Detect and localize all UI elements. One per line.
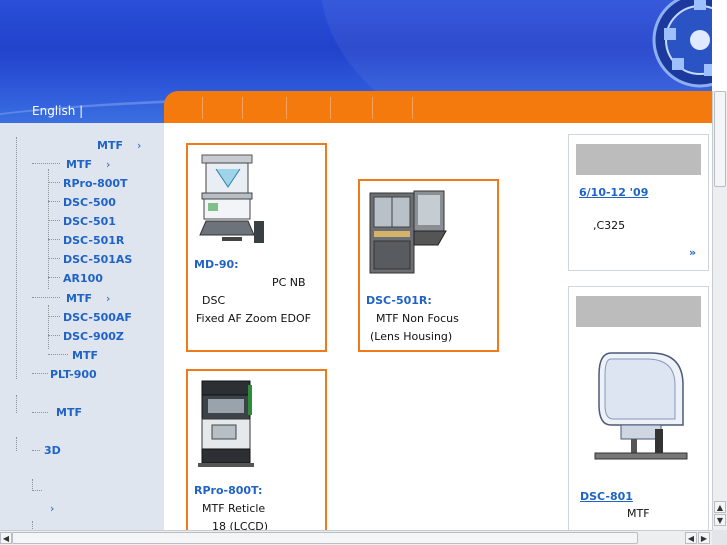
- product-title[interactable]: DSC-501R:: [366, 294, 432, 307]
- sidebar-item-dsc-501as[interactable]: DSC-501AS: [63, 253, 132, 266]
- chevron-right-icon: ›: [50, 502, 55, 515]
- sidebar-item-rpro-800t[interactable]: RPro-800T: [63, 177, 128, 190]
- product-desc-line: PC NB: [272, 276, 306, 289]
- sidebar-item-dsc-500af[interactable]: DSC-500AF: [63, 311, 132, 324]
- sidebar-item-dsc-500[interactable]: DSC-500: [63, 196, 116, 209]
- tree-line: [32, 163, 60, 164]
- product-desc-line: DSC: [202, 294, 226, 307]
- product-card-md90[interactable]: MD-90: PC NB DSC Fixed AF Zoom EDOF: [186, 143, 327, 352]
- sidebar-item-mtf-sub-2[interactable]: MTF ›: [66, 292, 110, 305]
- product-desc-line: (Lens Housing): [370, 330, 453, 343]
- menu-separator: [286, 97, 287, 119]
- news-date-link[interactable]: 6/10-12 '09: [579, 186, 648, 199]
- md90-machine-icon: [199, 154, 264, 243]
- tree-line: [48, 220, 60, 221]
- news-header-bar: [576, 144, 701, 175]
- horizontal-scroll-thumb[interactable]: [12, 532, 638, 544]
- tree-line: [48, 258, 60, 259]
- scroll-down-button[interactable]: ▼: [714, 514, 726, 526]
- tree-line: [48, 201, 60, 202]
- sidebar-nav: MTF › MTF › RPro-800T DSC-500 DSC-501 DSC-…: [0, 123, 164, 530]
- main-menu-bar: [164, 91, 712, 123]
- sidebar-item-3d[interactable]: 3D: [44, 444, 61, 457]
- sidebar-item-mtf-4[interactable]: MTF: [56, 406, 82, 419]
- sidebar-item-plt-900[interactable]: PLT-900: [50, 368, 97, 381]
- sidebar-item-mtf-sub[interactable]: MTF ›: [66, 158, 110, 171]
- sidebar-item-dsc-900z[interactable]: DSC-900Z: [63, 330, 124, 343]
- product-title[interactable]: MD-90:: [194, 258, 239, 271]
- news-text: ,C325: [593, 219, 626, 232]
- tree-line: [16, 437, 17, 451]
- film-reel-icon: [652, 0, 712, 88]
- main-content: MD-90: PC NB DSC Fixed AF Zoom EDOF DSC-…: [164, 123, 712, 530]
- news-more-link[interactable]: »: [689, 246, 696, 259]
- chevron-right-icon: ›: [136, 139, 142, 152]
- tree-line: [48, 182, 60, 183]
- product-desc-line: 18 (LCCD): [212, 520, 269, 530]
- featured-box: DSC-801 MTF: [568, 286, 709, 530]
- tree-line: [32, 297, 60, 298]
- language-link[interactable]: English |: [32, 104, 83, 118]
- tree-line: [48, 169, 49, 289]
- tree-line: [48, 335, 60, 336]
- featured-product-text: MTF: [627, 507, 650, 520]
- product-desc-line: MTF Non Focus: [376, 312, 459, 325]
- dsc501r-machine-icon: [369, 190, 447, 274]
- vertical-scrollbar[interactable]: ▲ ▼: [712, 91, 727, 530]
- sidebar-item-ar100[interactable]: AR100: [63, 272, 103, 285]
- menu-separator: [372, 97, 373, 119]
- vertical-scroll-thumb[interactable]: [714, 91, 726, 187]
- menu-separator: [412, 97, 413, 119]
- product-title[interactable]: RPro-800T:: [194, 484, 262, 497]
- chevron-right-icon: ›: [105, 292, 111, 305]
- product-desc-line: MTF Reticle: [202, 502, 266, 515]
- tree-line: [48, 239, 60, 240]
- tree-line: [48, 305, 49, 349]
- page: English | MTF › MTF › RPro-800T DSC-500 …: [0, 0, 727, 545]
- scroll-left-button[interactable]: ◀: [0, 532, 12, 544]
- sidebar-item-mtf-3[interactable]: MTF: [72, 349, 98, 362]
- news-box: 6/10-12 '09 ,C325 »: [568, 134, 709, 271]
- sidebar-item-dsc-501[interactable]: DSC-501: [63, 215, 116, 228]
- tree-line: [48, 277, 60, 278]
- tree-line: [32, 521, 33, 530]
- menu-separator: [330, 97, 331, 119]
- product-card-dsc501r[interactable]: DSC-501R: MTF Non Focus (Lens Housing): [358, 179, 499, 352]
- sidebar-item-mtf[interactable]: MTF ›: [97, 139, 141, 152]
- rpro800t-machine-icon: [198, 380, 254, 467]
- featured-product-link[interactable]: DSC-801: [580, 490, 633, 503]
- scrollbar-corner: [712, 530, 727, 545]
- chevron-right-icon: ›: [105, 158, 111, 171]
- sidebar-item-more[interactable]: ›: [50, 502, 54, 515]
- featured-header-bar: [576, 296, 701, 327]
- tree-line: [32, 412, 48, 413]
- tree-line: [48, 354, 68, 355]
- menu-separator: [242, 97, 243, 119]
- product-card-rpro800t[interactable]: RPro-800T: MTF Reticle 18 (LCCD): [186, 369, 327, 530]
- tree-line: [48, 316, 60, 317]
- tree-line: [16, 137, 17, 379]
- product-desc-line: Fixed AF Zoom EDOF: [196, 312, 311, 325]
- scroll-up-button[interactable]: ▲: [714, 501, 726, 513]
- horizontal-scrollbar[interactable]: ◀ ◀ ▶: [0, 530, 712, 545]
- tree-line: [16, 395, 17, 413]
- sidebar-item-dsc-501r[interactable]: DSC-501R: [63, 234, 124, 247]
- scroll-left-button-end[interactable]: ◀: [685, 532, 697, 544]
- dsc801-machine-icon: [594, 352, 688, 460]
- tree-line: [32, 490, 42, 491]
- scroll-right-button[interactable]: ▶: [698, 532, 710, 544]
- menu-separator: [202, 97, 203, 119]
- tree-line: [32, 373, 48, 374]
- tree-line: [32, 450, 40, 451]
